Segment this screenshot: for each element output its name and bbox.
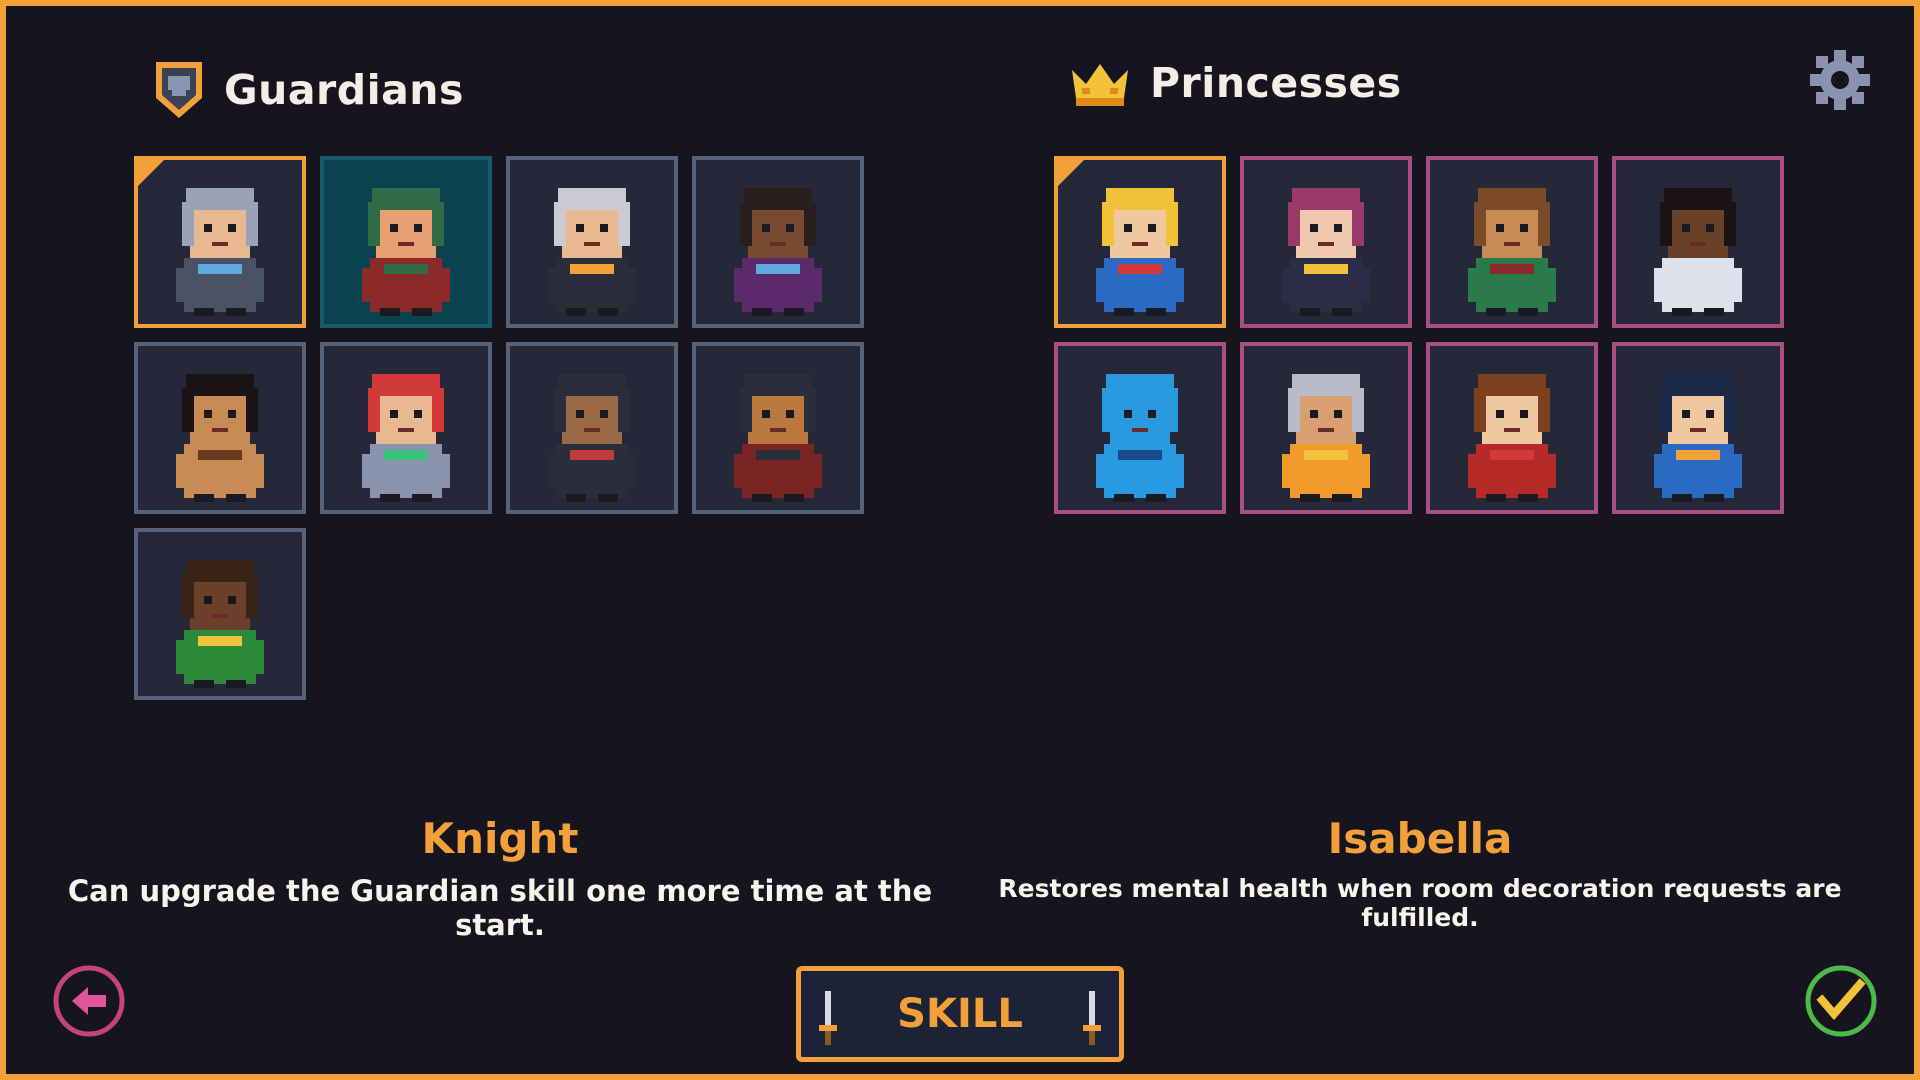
cowgirl-portrait-icon — [1468, 188, 1556, 316]
princess-card-blue-queen[interactable] — [1612, 342, 1784, 514]
princess-card-cowgirl[interactable] — [1426, 156, 1598, 328]
skill-button[interactable]: SKILL — [796, 966, 1124, 1062]
bride-portrait-icon — [1654, 188, 1742, 316]
sword-icon — [1083, 991, 1101, 1045]
priestess-portrait-icon — [548, 188, 636, 316]
selected-guardian-description: Can upgrade the Guardian skill one more … — [67, 874, 933, 942]
princess-card-noble-lady[interactable] — [1240, 156, 1412, 328]
princess-card-young-girl[interactable] — [1426, 342, 1598, 514]
shield-icon — [156, 62, 202, 118]
gear-icon[interactable] — [1808, 48, 1872, 112]
ranger-portrait-icon — [362, 188, 450, 316]
noble-lady-portrait-icon — [1282, 188, 1370, 316]
wrestler-portrait-icon — [176, 560, 264, 688]
guardian-card-dancer[interactable] — [692, 156, 864, 328]
pirate-portrait-icon — [734, 374, 822, 502]
checkmark-icon — [1816, 978, 1866, 1021]
veiled-lady-portrait-icon — [1096, 374, 1184, 502]
old-queen-portrait-icon — [1282, 374, 1370, 502]
guardian-card-pirate[interactable] — [692, 342, 864, 514]
barbarian-portrait-icon — [176, 374, 264, 502]
ninja-portrait-icon — [548, 374, 636, 502]
back-button[interactable] — [52, 964, 126, 1038]
sword-icon — [819, 991, 837, 1045]
guardian-card-wrestler[interactable] — [134, 528, 306, 700]
guardian-card-ranger[interactable] — [320, 156, 492, 328]
guardians-heading: Guardians — [224, 66, 464, 114]
guardian-card-barbarian[interactable] — [134, 342, 306, 514]
confirm-button[interactable] — [1804, 964, 1878, 1038]
guardians-header: Guardians — [152, 58, 464, 122]
guardian-card-ninja[interactable] — [506, 342, 678, 514]
blue-queen-portrait-icon — [1654, 374, 1742, 502]
princesses-heading: Princesses — [1150, 59, 1402, 107]
skill-button-label: SKILL — [897, 991, 1023, 1037]
engineer-portrait-icon — [362, 374, 450, 502]
princesses-header: Princesses — [1068, 58, 1402, 108]
crown-icon — [1072, 64, 1128, 106]
guardian-card-engineer[interactable] — [320, 342, 492, 514]
knight-portrait-icon — [176, 188, 264, 316]
selected-guardian-name: Knight — [421, 814, 579, 863]
dancer-portrait-icon — [734, 188, 822, 316]
princess-card-bride[interactable] — [1612, 156, 1784, 328]
young-girl-portrait-icon — [1468, 374, 1556, 502]
back-arrow-icon — [72, 987, 106, 1015]
selected-princess-description: Restores mental health when room decorat… — [998, 874, 1842, 932]
selected-princess-name: Isabella — [1327, 814, 1513, 863]
guardian-card-priestess[interactable] — [506, 156, 678, 328]
guardian-card-knight[interactable] — [134, 156, 306, 328]
princess-card-isabella[interactable] — [1054, 156, 1226, 328]
princess-card-old-queen[interactable] — [1240, 342, 1412, 514]
isabella-portrait-icon — [1096, 188, 1184, 316]
princess-card-veiled-lady[interactable] — [1054, 342, 1226, 514]
